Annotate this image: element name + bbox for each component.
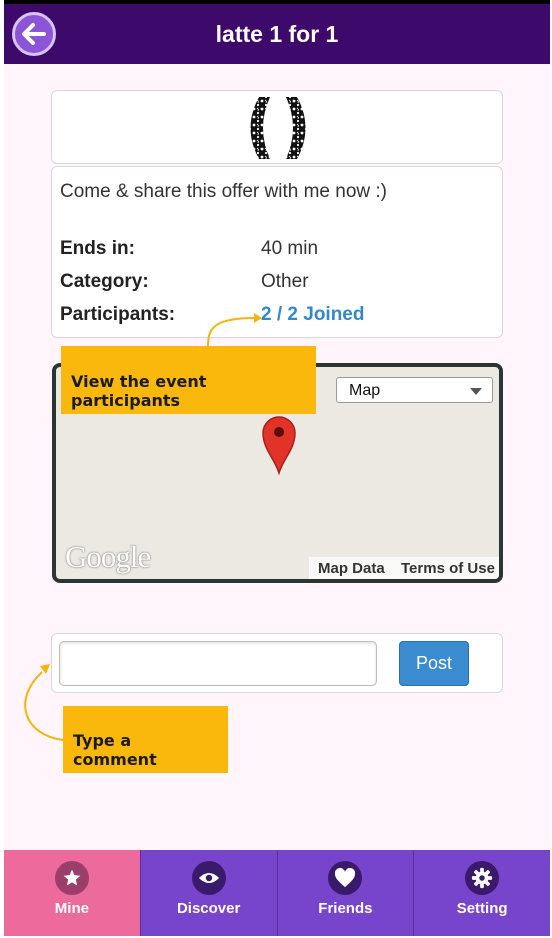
tab-label: Discover: [176, 900, 241, 917]
map-type-select[interactable]: Map: [336, 377, 493, 403]
tab-mine[interactable]: Mine: [4, 850, 140, 936]
ends-in-value: 40 min: [261, 238, 319, 259]
map-pin-icon[interactable]: [261, 415, 297, 475]
terms-of-use-link[interactable]: Terms of Use: [401, 560, 495, 577]
category-value: Other: [261, 271, 309, 292]
map-type-value: Map: [349, 382, 381, 399]
eye-icon: [191, 861, 226, 895]
bottom-tab-bar: Mine Discover Friends Setting: [4, 850, 550, 936]
comment-box: Post: [51, 633, 503, 693]
ends-in-label: Ends in:: [60, 238, 135, 259]
tab-label: Mine: [54, 900, 89, 917]
tab-setting[interactable]: Setting: [413, 850, 550, 936]
google-logo: Google: [65, 539, 151, 574]
tab-friends[interactable]: Friends: [276, 850, 414, 936]
map-data-link[interactable]: Map Data: [318, 560, 385, 577]
app-screen: latte 1 for 1 Come & share this offer wi…: [4, 0, 550, 936]
participants-link[interactable]: 2 / 2 Joined: [261, 304, 364, 326]
participants-callout: View the event participants: [61, 346, 316, 414]
comment-callout: Type a comment: [63, 706, 228, 773]
tab-label: Friends: [318, 900, 373, 917]
post-button[interactable]: Post: [399, 641, 469, 686]
comment-arrowhead: [40, 664, 50, 674]
star-icon: [54, 861, 89, 895]
participants-label: Participants:: [60, 304, 176, 325]
gear-icon: [465, 861, 500, 895]
offer-details-card: Come & share this offer with me now :) E…: [51, 166, 503, 338]
map-footer: Map Data Terms of Use: [309, 557, 499, 579]
header-bar: latte 1 for 1: [4, 4, 550, 64]
chevron-down-icon: [470, 388, 482, 395]
offer-image: [250, 97, 306, 159]
page-title: latte 1 for 1: [215, 21, 339, 47]
offer-image-card: [51, 90, 503, 164]
heart-icon: [328, 861, 363, 895]
tab-label: Setting: [456, 900, 508, 917]
tab-discover[interactable]: Discover: [139, 850, 277, 936]
category-label: Category:: [60, 271, 149, 292]
offer-description: Come & share this offer with me now :): [60, 181, 387, 202]
comment-input[interactable]: [59, 641, 377, 686]
